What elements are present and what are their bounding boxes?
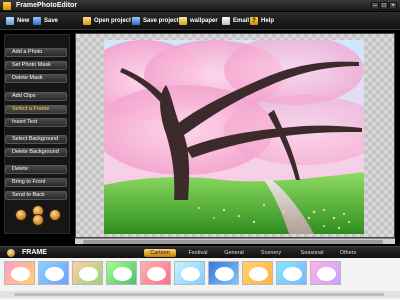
title-bar: FramePhotoEditor – □ × [0,0,400,12]
frame-thumbnail[interactable] [242,261,273,285]
frame-thumbnail[interactable] [276,261,307,285]
tab-general[interactable]: General [219,249,249,257]
frame-thumbnail[interactable] [106,261,137,285]
nav-center-icon[interactable] [32,214,44,226]
frame-thumbnail[interactable] [140,261,171,285]
email-label: Email [233,18,250,24]
nav-right-icon[interactable] [49,209,61,221]
tab-cartoon[interactable]: Cartoon [144,249,176,257]
tab-seasonal[interactable]: Seasonal [294,249,330,257]
wallpaper-label: wallpaper [190,18,218,24]
tab-scenery[interactable]: Scenery [255,249,287,257]
tab-festival[interactable]: Festival [183,249,213,257]
app-icon [3,2,11,10]
close-button[interactable]: × [389,2,397,10]
frame-thumbnail[interactable] [38,261,69,285]
scrollbar-thumb[interactable] [83,240,383,244]
save-label: Save [44,18,59,24]
nav-left-icon[interactable] [15,209,27,221]
toolbar: New Save Open project Save project wallp… [0,12,400,30]
frame-icon [7,249,15,257]
save-button[interactable]: Save [33,16,58,26]
add-clips-button[interactable]: Add Clips [5,92,67,101]
nav-cluster [15,205,61,226]
frame-category-bar: FRAME Cartoon Festival General Scenery S… [0,246,400,258]
frame-thumbnails [0,258,400,300]
help-label: Help [261,18,275,24]
frame-thumbnail[interactable] [4,261,35,285]
insert-text-button[interactable]: Insert Text [5,118,67,127]
new-document-icon [6,17,14,25]
window-title: FramePhotoEditor [16,2,78,9]
wallpaper-icon [179,17,187,25]
open-project-label: Open project [94,18,132,24]
save-project-label: Save project [143,18,179,24]
select-background-button[interactable]: Select Background [5,135,67,144]
save-project-button[interactable]: Save project [132,16,179,26]
canvas-area[interactable] [75,33,395,238]
minimize-button[interactable]: – [371,2,379,10]
send-to-back-button[interactable]: Send to Back [5,191,67,200]
thumbnails-scrollbar[interactable] [0,291,400,298]
save-icon [33,17,41,25]
save-project-icon [132,17,140,25]
select-frame-button[interactable]: Select a Frame [5,105,67,114]
email-icon [222,17,230,25]
new-label: New [17,18,30,24]
help-button[interactable]: ? Help [250,16,274,26]
frame-title: FRAME [22,249,47,256]
add-photo-button[interactable]: Add a Photo [5,48,67,57]
maximize-button[interactable]: □ [380,2,388,10]
canvas-horizontal-scrollbar[interactable] [75,238,395,244]
frame-thumbnail[interactable] [208,261,239,285]
thumbnails-scrollbar-thumb[interactable] [14,293,384,296]
email-button[interactable]: Email [222,16,249,26]
open-folder-icon [83,17,91,25]
delete-background-button[interactable]: Delete Background [5,148,67,157]
delete-mask-button[interactable]: Delete Mask [5,74,67,83]
new-button[interactable]: New [6,16,29,26]
delete-button[interactable]: Delete [5,165,67,174]
photo-image[interactable] [104,40,364,234]
frame-thumbnail[interactable] [72,261,103,285]
help-icon: ? [250,17,258,25]
frame-thumbnail[interactable] [310,261,341,285]
wallpaper-button[interactable]: wallpaper [179,16,218,26]
open-project-button[interactable]: Open project [83,16,131,26]
tab-others[interactable]: Others [334,249,362,257]
frame-thumbnail[interactable] [174,261,205,285]
bring-to-front-button[interactable]: Bring to Front [5,178,67,187]
set-photo-mask-button[interactable]: Set Photo Mask [5,61,67,70]
